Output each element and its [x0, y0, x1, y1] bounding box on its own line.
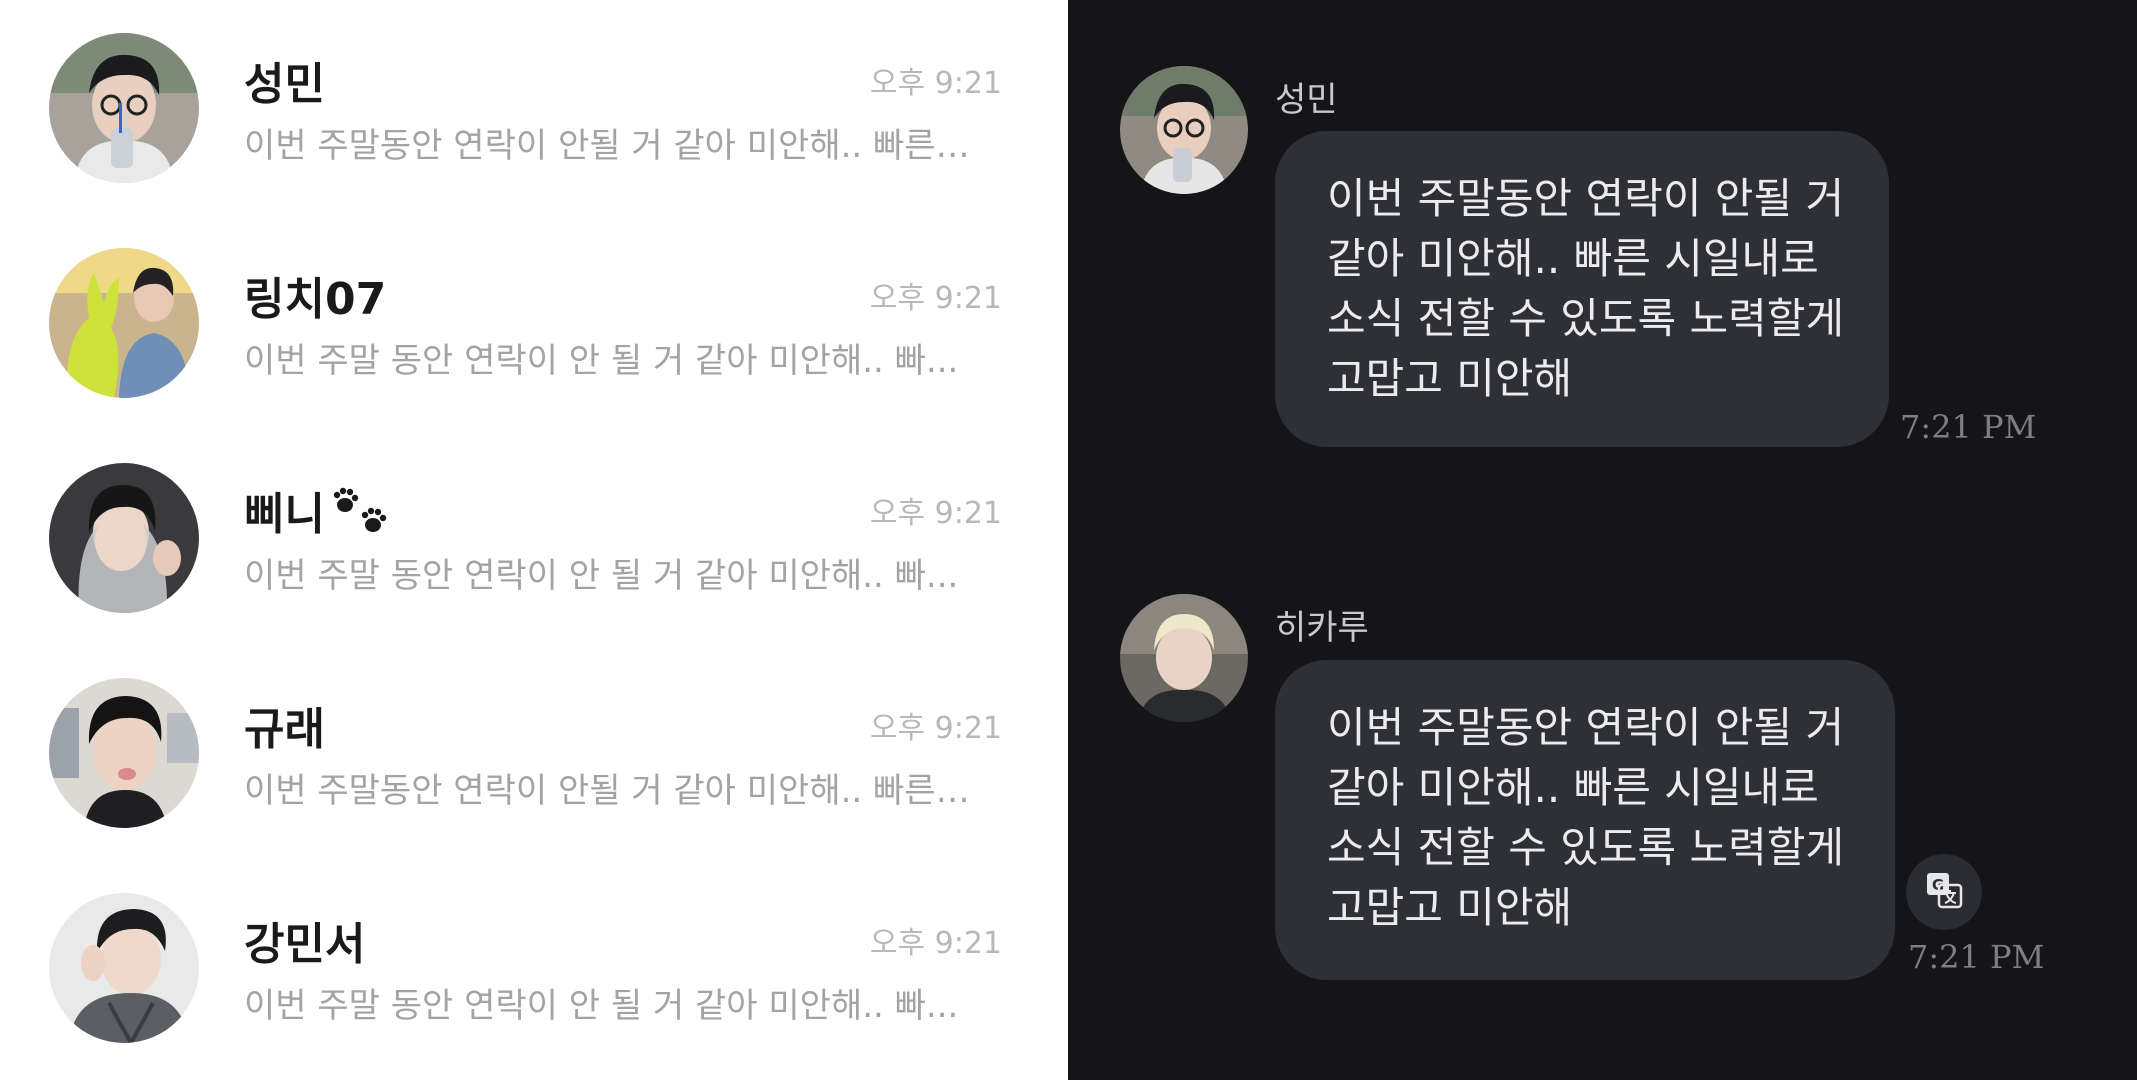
message-time: 오후 9:21	[869, 711, 1002, 746]
message-preview: 이번 주말 동안 연락이 안 될 거 같아 미안해.. 빠...	[244, 556, 959, 596]
chat-list-item[interactable]: 링치07 오후 9:21 이번 주말 동안 연락이 안 될 거 같아 미안해..…	[0, 215, 1068, 430]
paw-prints-icon	[331, 487, 391, 548]
translate-icon: G	[1924, 870, 1964, 914]
message-preview: 이번 주말 동안 연락이 안 될 거 같아 미안해.. 빠...	[244, 986, 959, 1026]
chat-list-item[interactable]: 삐니 오후 9:21 이번 주말 동안 연락이 안 될 거 같아 미안해.. 빠…	[0, 430, 1068, 645]
sender-avatar[interactable]	[1120, 66, 1248, 194]
message-bubble[interactable]: 이번 주말동안 연락이 안될 거 같아 미안해.. 빠른 시일내로 소식 전할 …	[1275, 131, 1889, 447]
chat-list-item[interactable]: 강민서 오후 9:21 이번 주말 동안 연락이 안 될 거 같아 미안해.. …	[0, 860, 1068, 1075]
contact-name: 강민서	[244, 919, 366, 970]
chat-list-item[interactable]: 규래 오후 9:21 이번 주말동안 연락이 안될 거 같아 미안해.. 빠른…	[0, 645, 1068, 860]
message-time: 오후 9:21	[869, 496, 1002, 531]
message-line: 고맙고 미안해	[1327, 354, 1573, 403]
message-time: 오후 9:21	[869, 66, 1002, 101]
contact-name: 성민	[244, 59, 325, 110]
contact-name: 규래	[244, 704, 325, 755]
contact-name: 링치07	[244, 274, 387, 325]
message-time: 오후 9:21	[869, 926, 1002, 961]
message-line: 이번 주말동안 연락이 안될 거	[1327, 174, 1845, 223]
avatar[interactable]	[49, 33, 199, 183]
message-time: 오후 9:21	[869, 281, 1002, 316]
sender-avatar[interactable]	[1120, 594, 1248, 722]
chat-view: 성민 이번 주말동안 연락이 안될 거 같아 미안해.. 빠른 시일내로 소식 …	[1068, 0, 2137, 1080]
chat-list-item[interactable]: 성민 오후 9:21 이번 주말동안 연락이 안될 거 같아 미안해.. 빠른…	[0, 0, 1068, 215]
message-line: 같아 미안해.. 빠른 시일내로	[1327, 763, 1819, 812]
contact-name-text: 삐니	[244, 489, 325, 540]
message-line: 고맙고 미안해	[1327, 883, 1573, 932]
message-line: 같아 미안해.. 빠른 시일내로	[1327, 234, 1819, 283]
translate-button[interactable]: G	[1906, 854, 1982, 930]
sender-name: 성민	[1275, 80, 1338, 120]
message-preview: 이번 주말 동안 연락이 안 될 거 같아 미안해.. 빠...	[244, 341, 959, 381]
message-preview: 이번 주말동안 연락이 안될 거 같아 미안해.. 빠른…	[244, 771, 970, 811]
message-bubble[interactable]: 이번 주말동안 연락이 안될 거 같아 미안해.. 빠른 시일내로 소식 전할 …	[1275, 660, 1895, 980]
avatar[interactable]	[49, 678, 199, 828]
screen: 성민 오후 9:21 이번 주말동안 연락이 안될 거 같아 미안해.. 빠른……	[0, 0, 2137, 1080]
message-line: 소식 전할 수 있도록 노력할게	[1327, 294, 1845, 343]
message-preview: 이번 주말동안 연락이 안될 거 같아 미안해.. 빠른…	[244, 126, 970, 166]
message-timestamp: 7:21 PM	[1900, 408, 2037, 446]
avatar[interactable]	[49, 248, 199, 398]
avatar[interactable]	[49, 893, 199, 1043]
message-line: 이번 주말동안 연락이 안될 거	[1327, 703, 1845, 752]
message-line: 소식 전할 수 있도록 노력할게	[1327, 823, 1845, 872]
sender-name: 히카루	[1275, 608, 1369, 648]
message-timestamp: 7:21 PM	[1908, 938, 2045, 976]
avatar[interactable]	[49, 463, 199, 613]
contact-name: 삐니	[244, 478, 391, 548]
chat-list: 성민 오후 9:21 이번 주말동안 연락이 안될 거 같아 미안해.. 빠른……	[0, 0, 1068, 1080]
